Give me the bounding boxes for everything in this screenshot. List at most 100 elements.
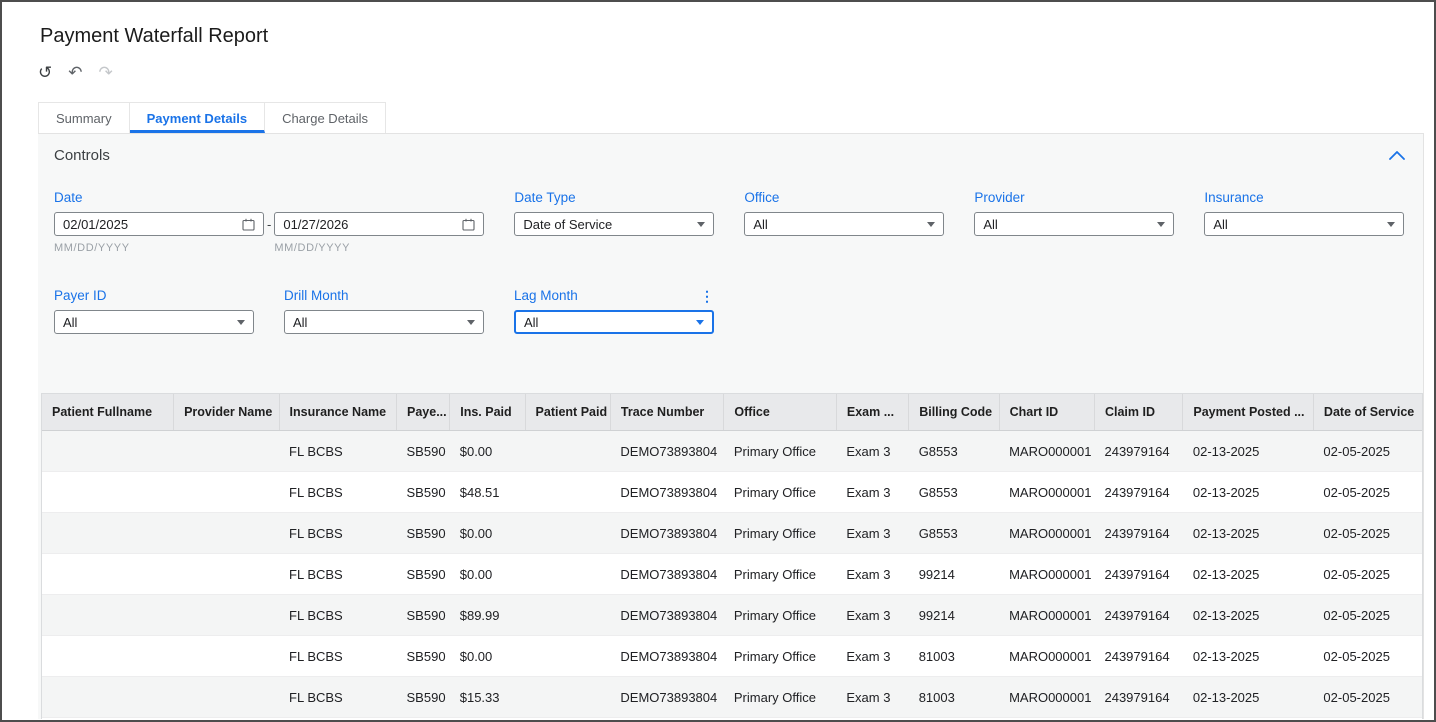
reset-icon[interactable]: ↺ [38,64,52,81]
table-cell: Primary Office [723,430,837,472]
table-cell: SB590 [396,594,450,636]
column-header[interactable]: Date of Service [1313,394,1422,431]
filter-payer-id-label: Payer ID [54,288,107,303]
filter-lag-month: Lag Month ⋮ All [514,288,714,334]
report-window: Payment Waterfall Report ↺ ↶ ↷ Summary P… [0,0,1436,722]
date-type-select[interactable]: Date of Service [514,212,715,236]
insurance-value: All [1213,216,1228,232]
tab-summary[interactable]: Summary [38,102,130,133]
chevron-down-icon [696,319,704,325]
filter-payer-id: Payer ID All [54,288,254,334]
table-cell: 02-05-2025 [1313,512,1422,554]
table-cell: MARO000001 [999,471,1095,513]
table-cell: DEMO73893804 [610,676,724,718]
table-cell: MARO000001 [999,676,1095,718]
table-cell: SB590 [396,635,450,677]
table-row[interactable]: FL BCBS SB590 $0.00 DEMO73893804 Primary Off… [42,635,1422,677]
calendar-icon[interactable] [462,218,475,231]
table-row[interactable]: FL BCBS SB590 $89.99 DEMO73893804 Primary Of… [42,594,1422,636]
table-cell: SB590 [396,471,450,513]
column-header[interactable]: Insurance Name [279,394,398,431]
table-row[interactable]: FL BCBS SB590 $0.00 DEMO73893804 Primary Off… [42,553,1422,595]
provider-value: All [983,216,998,232]
chevron-up-icon[interactable] [1387,149,1407,162]
filter-insurance: Insurance All [1204,190,1405,254]
table-cell: 02-05-2025 [1313,594,1422,636]
column-header[interactable]: Patient Fullname [42,394,175,431]
table-cell [525,512,611,554]
table-cell: MARO000001 [999,635,1095,677]
table-cell: MARO000001 [999,594,1095,636]
table-cell [42,676,174,718]
table-cell: 02-05-2025 [1313,430,1422,472]
column-header[interactable]: Claim ID [1094,394,1184,431]
table-cell: SB590 [396,512,450,554]
table-cell: 02-13-2025 [1182,471,1314,513]
filter-drill-month: Drill Month All [284,288,484,334]
chevron-down-icon [467,319,475,325]
table-cell: FL BCBS [279,553,397,595]
table-cell: SB590 [396,676,450,718]
controls-panel: Controls Date 02/01/2025 MM/DD/YYYY - 01… [38,133,1424,719]
table-cell: MARO000001 [999,553,1095,595]
column-header[interactable]: Payment Posted ... [1182,394,1314,431]
table-row[interactable]: FL BCBS SB590 $48.51 DEMO73893804 Primary Of… [42,471,1422,513]
tab-charge-details[interactable]: Charge Details [265,102,387,133]
date-end-input[interactable]: 01/27/2026 [274,212,485,236]
table-cell: G8553 [908,471,1000,513]
tab-payment-details[interactable]: Payment Details [129,102,266,133]
provider-select[interactable]: All [974,212,1175,236]
column-header[interactable]: Billing Code [908,394,1000,431]
table-cell: Exam 3 [836,471,909,513]
date-type-value: Date of Service [523,216,613,232]
calendar-icon[interactable] [242,218,255,231]
table-cell: SB590 [396,430,450,472]
table-cell: 02-05-2025 [1313,635,1422,677]
insurance-select[interactable]: All [1204,212,1405,236]
drill-month-value: All [293,314,308,330]
column-header[interactable]: Chart ID [999,394,1095,431]
table-cell [173,635,280,677]
table-cell: $15.33 [449,676,526,718]
undo-icon[interactable]: ↶ [68,64,82,81]
table-cell: 99214 [908,553,1000,595]
table-cell: Exam 3 [836,553,909,595]
office-select[interactable]: All [744,212,945,236]
table-cell: 81003 [908,676,1000,718]
column-header[interactable]: Ins. Paid [449,394,526,431]
table-row[interactable]: FL BCBS SB590 $0.00 DEMO73893804 Primary Off… [42,430,1422,472]
chevron-down-icon [237,319,245,325]
table-cell [173,471,280,513]
column-header[interactable]: Patient Paid [525,394,611,431]
table-cell: $0.00 [449,635,526,677]
tab-bar: Summary Payment Details Charge Details [38,102,387,133]
table-cell: 243979164 [1094,676,1183,718]
table-row[interactable]: FL BCBS SB590 $15.33 DEMO73893804 Primary Of… [42,676,1422,718]
table-cell: DEMO73893804 [610,512,724,554]
table-cell: Exam 3 [836,594,909,636]
table-cell [173,676,280,718]
column-header[interactable]: Exam ... [836,394,910,431]
payer-id-select[interactable]: All [54,310,254,334]
table-cell: Primary Office [723,553,837,595]
table-cell: Primary Office [723,471,837,513]
filter-date: Date 02/01/2025 MM/DD/YYYY - 01/27/2026 … [54,190,485,254]
column-header[interactable]: Provider Name [173,394,280,431]
table-cell: 02-13-2025 [1182,512,1314,554]
column-header[interactable]: Office [723,394,837,431]
kebab-menu-icon[interactable]: ⋮ [700,289,714,303]
date-start-input[interactable]: 02/01/2025 [54,212,264,236]
column-header[interactable]: Trace Number [610,394,725,431]
table-cell: G8553 [908,430,1000,472]
column-header[interactable]: Paye... [396,394,451,431]
table-cell: 02-13-2025 [1182,594,1314,636]
lag-month-select[interactable]: All [514,310,714,334]
table-row[interactable]: FL BCBS SB590 $0.00 DEMO73893804 Primary Off… [42,512,1422,554]
table-cell [42,512,174,554]
table-header-row: Patient Fullname Provider Name Insurance N… [42,394,1422,431]
table-cell: 99214 [908,594,1000,636]
table-cell: FL BCBS [279,471,397,513]
table-cell [525,430,611,472]
drill-month-select[interactable]: All [284,310,484,334]
table-cell [173,553,280,595]
